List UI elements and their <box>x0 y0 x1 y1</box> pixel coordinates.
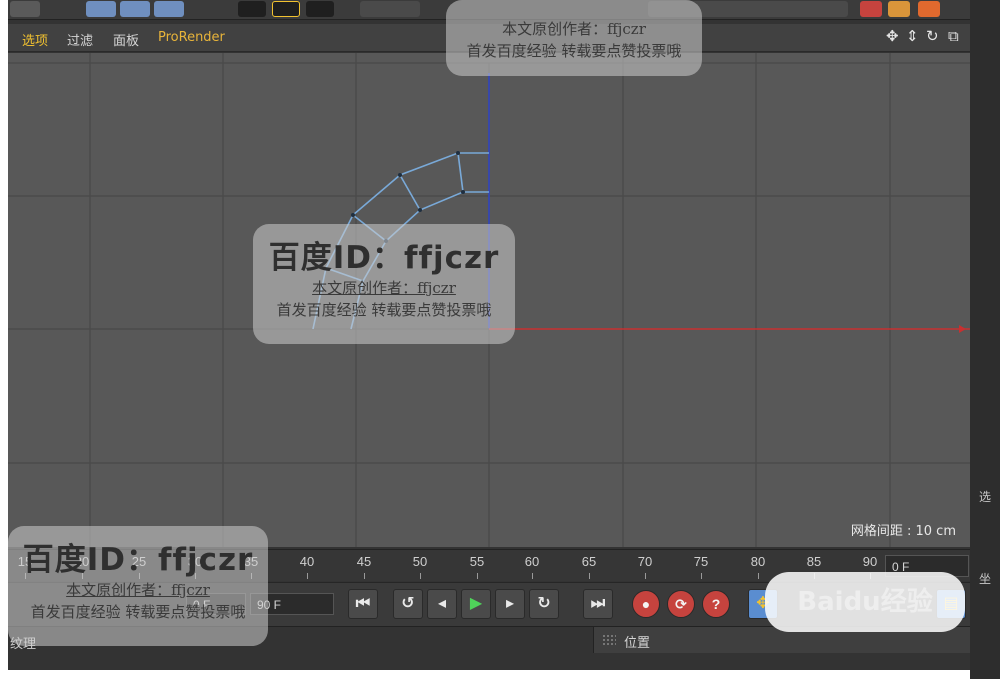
previous-frame-button[interactable]: ◂ <box>427 589 457 619</box>
strip-label[interactable]: 选 <box>979 488 991 505</box>
play-button[interactable]: ▶ <box>461 589 491 619</box>
tick <box>420 573 421 579</box>
coordinates-position-label: 位置 <box>624 636 651 651</box>
drag-grip-icon[interactable] <box>602 634 616 646</box>
tick-label: 45 <box>356 554 372 569</box>
watermark-center: 百度ID：ffjczr 本文原创作者：ffjczr 首发百度经验 转载要点赞投票… <box>253 224 515 344</box>
tick <box>364 573 365 579</box>
tick-label: 50 <box>412 554 428 569</box>
toolbar-button[interactable] <box>272 1 300 17</box>
x-axis-arrow <box>959 325 966 333</box>
watermark-line: 本文原创作者：ffjczr <box>312 279 456 297</box>
grid-spacing-label: 网格间距 : 10 cm <box>850 524 956 539</box>
watermark-line: 本文原创作者：ffjczr <box>502 20 646 38</box>
tick-label: 70 <box>637 554 653 569</box>
toolbar-button[interactable] <box>888 1 910 17</box>
toolbar-button[interactable] <box>10 1 40 17</box>
toolbar-button[interactable] <box>360 1 420 17</box>
right-side-strip: 选 坐 <box>970 0 1000 679</box>
strip-label[interactable]: 坐 <box>979 570 991 587</box>
go-to-end-button[interactable]: ⏭ <box>583 589 613 619</box>
watermark-top: 本文原创作者：ffjczr 首发百度经验 转载要点赞投票哦 <box>446 0 702 76</box>
tick <box>701 573 702 579</box>
menu-panel[interactable]: 面板 <box>113 30 139 49</box>
auto-key-button[interactable]: ⟳ <box>667 590 695 618</box>
tick-label: 55 <box>469 554 485 569</box>
toolbar-button[interactable] <box>238 1 266 17</box>
menu-options[interactable]: 选项 <box>22 30 48 49</box>
menu-prorender[interactable]: ProRender <box>158 30 225 45</box>
tick <box>532 573 533 579</box>
tick-label: 85 <box>806 554 822 569</box>
previous-keyframe-button[interactable]: ↺ <box>393 589 423 619</box>
tick-label: 90 <box>862 554 878 569</box>
toolbar-button[interactable] <box>154 1 184 17</box>
watermark-bottom: 百度ID：ffjczr 本文原创作者：ffjczr 首发百度经验 转载要点赞投票… <box>8 526 268 646</box>
next-frame-button[interactable]: ▸ <box>495 589 525 619</box>
watermark-line: 首发百度经验 转载要点赞投票哦 <box>466 42 682 60</box>
next-keyframe-button[interactable]: ↻ <box>529 589 559 619</box>
tick <box>307 573 308 579</box>
tick-label: 80 <box>750 554 766 569</box>
toolbar-button[interactable] <box>306 1 334 17</box>
tick <box>589 573 590 579</box>
cinema4d-window: 选项 过滤 面板 ProRender ✥ ⇕ ↻ ⧉ 网格间距: 10 cm … <box>8 0 970 670</box>
record-button[interactable]: ● <box>632 590 660 618</box>
toolbar-button[interactable] <box>918 1 940 17</box>
tick-label: 65 <box>581 554 597 569</box>
watermark-line: 首发百度经验 转载要点赞投票哦 <box>276 301 492 319</box>
tick <box>477 573 478 579</box>
tick-label: 75 <box>693 554 709 569</box>
toolbar-button[interactable] <box>86 1 116 17</box>
maximize-icon[interactable]: ⧉ <box>948 29 959 45</box>
zoom-icon[interactable]: ⇕ <box>906 29 919 45</box>
watermark-line: 本文原创作者：ffjczr <box>66 581 210 599</box>
watermark-id: 百度ID：ffjczr <box>268 240 500 276</box>
baidu-logo: Baidu经验 <box>765 572 965 632</box>
watermark-line: 首发百度经验 转载要点赞投票哦 <box>30 603 246 621</box>
rotate-icon[interactable]: ↻ <box>926 29 939 45</box>
help-button[interactable]: ? <box>702 590 730 618</box>
toolbar-button[interactable] <box>860 1 882 17</box>
go-to-start-button[interactable]: ⏮ <box>348 589 378 619</box>
move-icon[interactable]: ✥ <box>886 29 899 45</box>
tick-label: 60 <box>524 554 540 569</box>
tick <box>758 573 759 579</box>
tick-label: 40 <box>299 554 315 569</box>
menu-filter[interactable]: 过滤 <box>67 30 93 49</box>
watermark-id: 百度ID：ffjczr <box>22 542 254 578</box>
toolbar-button[interactable] <box>120 1 150 17</box>
tick <box>645 573 646 579</box>
